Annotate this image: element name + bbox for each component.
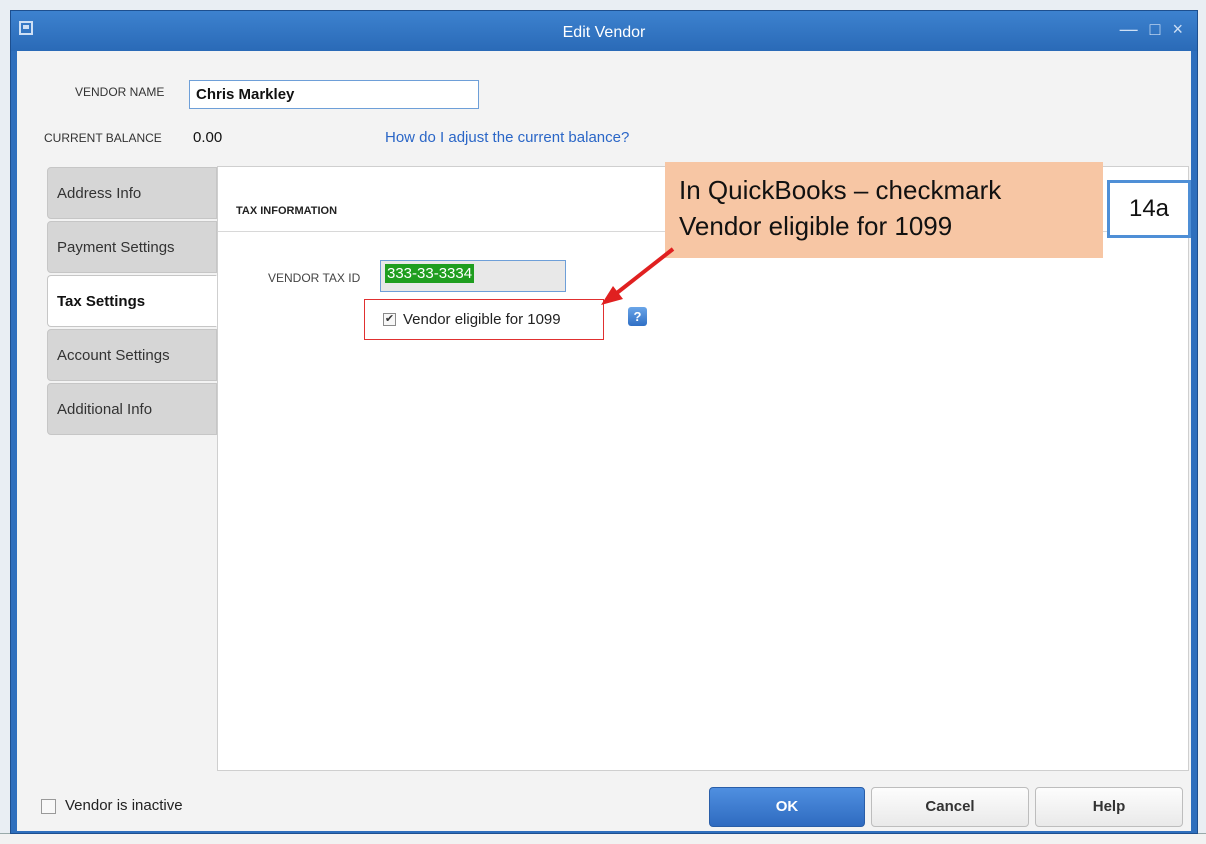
tab-payment-settings[interactable]: Payment Settings (47, 221, 217, 273)
current-balance-value: 0.00 (193, 129, 223, 146)
tab-label: Payment Settings (57, 239, 175, 256)
help-button[interactable]: Help (1035, 787, 1183, 827)
tax-id-field[interactable]: 333-33-3334 (380, 260, 566, 292)
help-icon[interactable]: ? (628, 307, 647, 326)
minimize-icon[interactable]: — (1120, 19, 1138, 40)
window-controls: — □ × (1120, 19, 1183, 40)
title-bar[interactable]: Edit Vendor — □ × (11, 11, 1197, 51)
current-balance-label: CURRENT BALANCE (44, 131, 162, 145)
vendor-inactive-label[interactable]: Vendor is inactive (65, 797, 183, 814)
eligible-1099-label[interactable]: Vendor eligible for 1099 (403, 311, 561, 328)
tab-label: Account Settings (57, 347, 170, 364)
tab-account-settings[interactable]: Account Settings (47, 329, 217, 381)
eligible-1099-checkbox[interactable]: ✔ (383, 313, 396, 326)
close-icon[interactable]: × (1172, 19, 1183, 40)
tab-address-info[interactable]: Address Info (47, 167, 217, 219)
tab-label: Tax Settings (57, 293, 146, 310)
tax-id-value: 333-33-3334 (385, 264, 475, 283)
background-list-strip (0, 833, 1206, 844)
maximize-icon[interactable]: □ (1150, 19, 1161, 40)
tab-label: Additional Info (57, 401, 153, 418)
edit-vendor-dialog: Edit Vendor — □ × VENDOR NAME Chris Mark… (10, 10, 1198, 834)
adjust-balance-link[interactable]: How do I adjust the current balance? (385, 129, 629, 146)
annotation-ref-box: 14a (1107, 180, 1191, 238)
dialog-body: VENDOR NAME Chris Markley CURRENT BALANC… (17, 51, 1191, 831)
tax-id-label: VENDOR TAX ID (268, 271, 361, 285)
cancel-button[interactable]: Cancel (871, 787, 1029, 827)
side-tabs: Address Info Payment Settings Tax Settin… (47, 167, 217, 437)
eligible-1099-highlight: ✔ Vendor eligible for 1099 (364, 299, 604, 340)
callout-line-1: In QuickBooks – checkmark (679, 175, 1002, 205)
vendor-name-label: VENDOR NAME (75, 85, 165, 99)
ok-button[interactable]: OK (709, 787, 865, 827)
callout-line-2: Vendor eligible for 1099 (679, 211, 953, 241)
vendor-inactive-checkbox[interactable] (41, 799, 56, 814)
vendor-name-field[interactable]: Chris Markley (189, 80, 479, 109)
window-title: Edit Vendor (562, 24, 646, 41)
annotation-callout: In QuickBooks – checkmark Vendor eligibl… (665, 162, 1103, 258)
tab-additional-info[interactable]: Additional Info (47, 383, 217, 435)
tab-label: Address Info (57, 185, 142, 202)
section-title: TAX INFORMATION (236, 205, 338, 217)
tab-tax-settings[interactable]: Tax Settings (47, 275, 217, 327)
